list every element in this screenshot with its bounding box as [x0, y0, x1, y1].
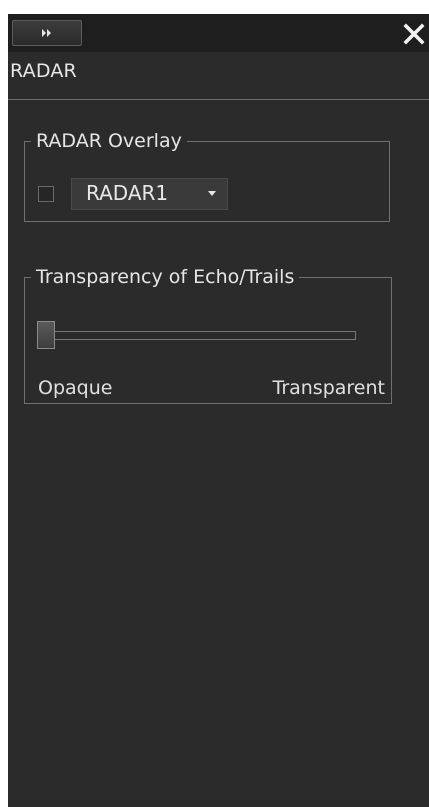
radar-overlay-checkbox[interactable]: [38, 186, 54, 202]
radar-overlay-legend: RADAR Overlay: [36, 130, 182, 152]
radar-source-value: RADAR1: [86, 181, 169, 205]
panel-title: RADAR: [10, 60, 77, 82]
close-x-icon: [403, 23, 425, 45]
panel-toolbar: [8, 14, 429, 52]
radar-source-dropdown[interactable]: RADAR1: [71, 178, 228, 210]
radar-panel: RADAR RADAR Overlay RADAR1 Transparency …: [8, 14, 429, 807]
transparency-legend: Transparency of Echo/Trails: [36, 266, 295, 288]
transparent-label: Transparent: [272, 377, 386, 399]
transparency-group: Transparency of Echo/Trails Opaque Trans…: [24, 266, 392, 404]
expand-panel-button[interactable]: [12, 20, 82, 46]
radar-overlay-group: RADAR Overlay RADAR1: [24, 130, 390, 222]
opaque-label: Opaque: [38, 377, 113, 399]
panel-title-row: RADAR: [8, 52, 429, 100]
caret-down-icon: [208, 191, 216, 196]
double-chevron-right-icon: [42, 29, 51, 37]
close-button[interactable]: [399, 19, 429, 49]
transparency-slider-thumb[interactable]: [37, 321, 55, 349]
transparency-slider-track[interactable]: [41, 331, 356, 340]
